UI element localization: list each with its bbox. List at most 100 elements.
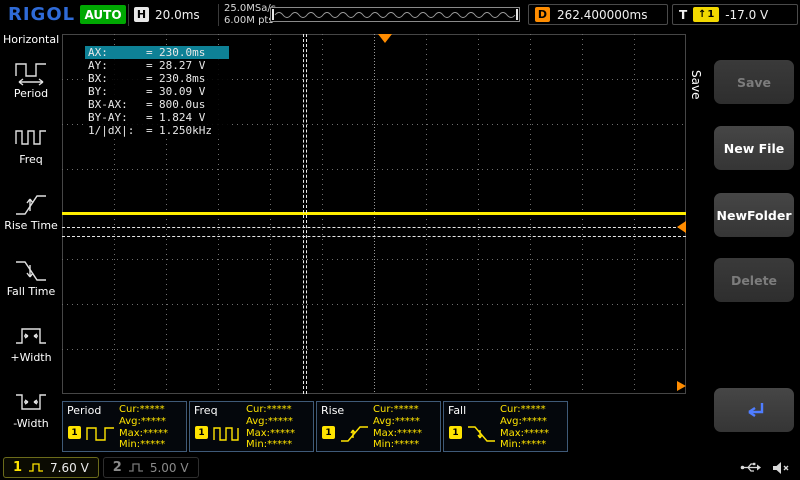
meas-avg: Avg:*****	[119, 416, 183, 428]
period-wave-icon	[13, 58, 49, 86]
channel-1-scale: 7.60 V	[50, 461, 89, 475]
measurement-panel-rise: Rise 1 Cur:***** Avg:***** Max:***** Min…	[316, 401, 441, 452]
readout-row: BX: = 230.8ms	[85, 72, 229, 85]
separator	[218, 4, 219, 26]
acquisition-info: 25.0MSa/s 6.00M pts	[224, 3, 276, 27]
measurement-panel-fall: Fall 1 Cur:***** Avg:***** Max:***** Min…	[443, 401, 568, 452]
meas-max: Max:*****	[246, 428, 310, 440]
sample-rate: 25.0MSa/s	[224, 3, 276, 15]
readout-row: BY-AY: = 1.824 V	[85, 111, 229, 124]
measure-sidebar: Horizontal Period Freq Rise Time	[0, 30, 62, 455]
sidebar-item-label: +Width	[10, 352, 51, 364]
meas-cur: Cur:*****	[246, 404, 310, 416]
channel-2-status[interactable]: 2 5.00 V	[103, 457, 199, 478]
readout-row: BY: = 30.09 V	[85, 85, 229, 98]
plus-width-icon	[13, 322, 49, 350]
measurement-bar: Period 1 Cur:***** Avg:***** Max:***** M…	[62, 399, 686, 454]
delay-box: D 262.400000ms	[528, 4, 668, 25]
delay-badge: D	[535, 7, 550, 22]
sidebar-item-freq[interactable]: Freq	[0, 112, 62, 178]
readout-row: AX: = 230.0ms	[85, 46, 229, 59]
fall-time-icon	[13, 256, 49, 284]
channel-1-status[interactable]: 1 7.60 V	[3, 457, 99, 478]
trigger-channel: 1	[707, 9, 714, 20]
meas-min: Min:*****	[246, 439, 310, 451]
meas-min: Min:*****	[119, 439, 183, 451]
meas-max: Max:*****	[119, 428, 183, 440]
memory-depth: 6.00M pts	[224, 15, 276, 27]
minus-width-icon	[13, 388, 49, 416]
rise-time-icon	[339, 424, 371, 448]
memory-position-indicator	[270, 7, 520, 22]
meas-cur: Cur:*****	[500, 404, 564, 416]
save-button[interactable]: Save	[714, 60, 794, 104]
sidebar-item-label: Rise Time	[4, 220, 58, 232]
save-menu-panel: Save Save New File NewFolder Delete	[686, 30, 800, 455]
separator	[128, 4, 129, 26]
meas-avg: Avg:*****	[246, 416, 310, 428]
coupling-icon	[128, 462, 144, 473]
sidebar-item-label: Fall Time	[7, 286, 56, 298]
top-bar: RIGOL AUTO H 20.0ms 25.0MSa/s 6.00M pts …	[0, 0, 800, 30]
menu-tab-save[interactable]: Save	[688, 52, 704, 118]
fall-time-icon	[466, 424, 498, 448]
meas-cur: Cur:*****	[119, 404, 183, 416]
meas-min: Min:*****	[373, 439, 437, 451]
freq-wave-icon	[13, 124, 49, 152]
sidebar-item-fall-time[interactable]: Fall Time	[0, 244, 62, 310]
readout-row: BX-AX: = 800.0us	[85, 98, 229, 111]
channel-badge: 1	[195, 426, 208, 439]
oscilloscope-screen: RIGOL AUTO H 20.0ms 25.0MSa/s 6.00M pts …	[0, 0, 800, 480]
sidebar-item-label: Freq	[19, 154, 43, 166]
delete-button[interactable]: Delete	[714, 258, 794, 302]
trigger-level-marker	[677, 221, 686, 233]
speaker-muted-icon	[772, 461, 790, 475]
readout-row: 1/|dX|: = 1.250kHz	[85, 124, 229, 137]
meas-cur: Cur:*****	[373, 404, 437, 416]
new-folder-button[interactable]: NewFolder	[714, 193, 794, 237]
sidebar-item-label: -Width	[13, 418, 48, 430]
cursor-readout: AX: = 230.0ms AY: = 28.27 V BX: = 230.8m…	[84, 45, 230, 138]
channel-2-scale: 5.00 V	[150, 461, 189, 475]
status-icons	[740, 455, 790, 480]
trigger-source-badge: ↑1	[693, 7, 719, 22]
measurement-panel-period: Period 1 Cur:***** Avg:***** Max:***** M…	[62, 401, 187, 452]
sidebar-item-label: Period	[14, 88, 48, 100]
run-status-badge: AUTO	[80, 5, 126, 24]
trigger-position-marker	[378, 34, 392, 43]
sidebar-item-rise-time[interactable]: Rise Time	[0, 178, 62, 244]
trigger-box: T ↑1 -17.0 V	[672, 4, 798, 25]
period-wave-icon	[85, 424, 117, 448]
delay-end-marker	[677, 381, 686, 391]
channel-badge: 1	[322, 426, 335, 439]
sidebar-item-neg-width[interactable]: -Width	[0, 376, 62, 442]
channel-2-number: 2	[113, 460, 122, 475]
channel-badge: 1	[449, 426, 462, 439]
meas-max: Max:*****	[500, 428, 564, 440]
cursor-by-line	[62, 236, 686, 237]
memory-waveform-icon	[271, 8, 519, 21]
channel-badge: 1	[68, 426, 81, 439]
usb-plug-icon	[740, 461, 762, 474]
enter-button[interactable]	[714, 388, 794, 432]
rising-edge-icon: ↑	[698, 9, 706, 20]
coupling-icon	[28, 462, 44, 473]
return-arrow-icon	[740, 399, 768, 421]
horizontal-badge: H	[134, 7, 149, 22]
meas-max: Max:*****	[373, 428, 437, 440]
trigger-label: T	[679, 8, 687, 22]
new-file-button[interactable]: New File	[714, 126, 794, 170]
sidebar-item-pos-width[interactable]: +Width	[0, 310, 62, 376]
sidebar-item-period[interactable]: Period	[0, 46, 62, 112]
readout-row: AY: = 28.27 V	[85, 59, 229, 72]
cursor-bx-line	[306, 34, 307, 394]
status-bar: 1 7.60 V 2 5.00 V	[0, 455, 800, 480]
cursor-ax-line	[303, 34, 304, 394]
rise-time-icon	[13, 190, 49, 218]
ch1-trace	[62, 212, 686, 215]
channel-1-number: 1	[13, 460, 22, 475]
measurement-panel-freq: Freq 1 Cur:***** Avg:***** Max:***** Min…	[189, 401, 314, 452]
cursor-ay-line	[62, 227, 686, 228]
timebase-value: 20.0ms	[155, 8, 200, 22]
meas-avg: Avg:*****	[500, 416, 564, 428]
